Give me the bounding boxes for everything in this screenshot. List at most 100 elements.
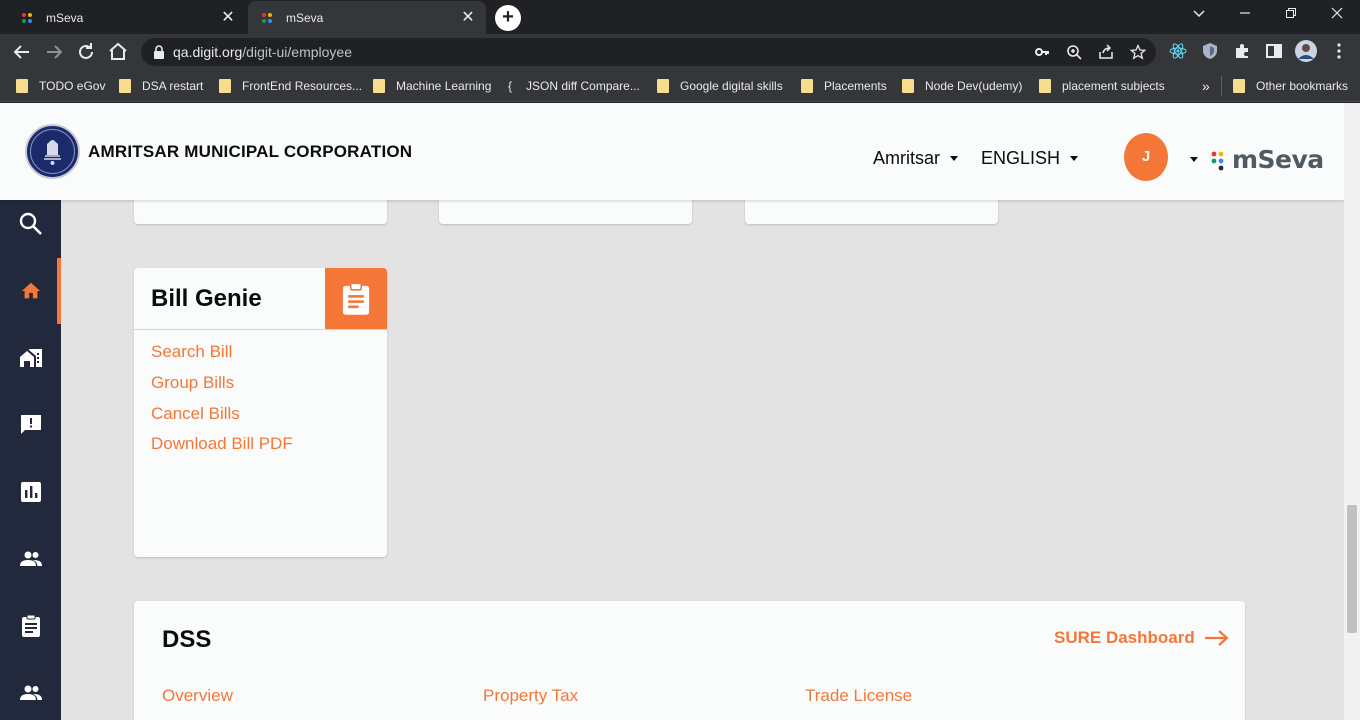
bookmark-label: Node Dev(udemy) [925,79,1023,93]
folder-icon [902,79,914,93]
page-scrollbar[interactable] [1344,103,1360,720]
arrow-right-icon [1204,630,1229,646]
cancel-bills-link[interactable]: Cancel Bills [151,404,240,424]
reload-icon[interactable] [74,40,98,64]
sidebar-item-bills[interactable] [0,593,61,659]
sure-dashboard-label: SURE Dashboard [1054,628,1195,647]
bookmark-label: DSA restart [142,79,204,93]
sidebar-item-home[interactable] [0,258,61,324]
react-devtools-icon[interactable] [1169,42,1187,60]
bookmark-item[interactable]: FrontEnd Resources... [215,77,362,95]
bookmark-label: placement subjects [1062,79,1165,93]
tab-title: mSeva [286,10,324,25]
sidebar-search[interactable] [0,191,61,257]
folder-icon [219,79,231,93]
bookmarks-overflow-button[interactable]: » [1202,77,1210,95]
home-icon[interactable] [106,40,130,64]
minimize-icon[interactable] [1234,4,1256,26]
browser-toolbar: qa.digit.org/digit-ui/employee [0,34,1360,70]
card-title: Bill Genie [151,285,262,312]
dss-property-tax-link[interactable]: Property Tax [483,686,578,706]
close-window-icon[interactable] [1326,4,1348,26]
language-dropdown[interactable]: ENGLISH [981,148,1079,169]
folder-icon [373,79,385,93]
bar-chart-icon [20,482,41,502]
browser-tab-1[interactable]: mSeva ✕ [8,1,246,34]
sidebar-item-complaints[interactable] [0,392,61,458]
download-bill-pdf-link[interactable]: Download Bill PDF [151,434,293,454]
city-dropdown[interactable]: Amritsar [873,148,958,169]
side-panel-icon[interactable] [1265,42,1283,60]
restore-icon[interactable] [1280,4,1302,26]
url-text: qa.digit.org/digit-ui/employee [173,44,353,60]
bookmark-item[interactable]: Node Dev(udemy) [898,77,1022,95]
bookmark-label: TODO eGov [39,79,106,93]
dss-card: DSS SURE Dashboard Overview Property Tax… [134,601,1245,720]
bookmarks-separator [1221,76,1222,96]
brand-name: mSeva [1232,145,1324,174]
card-title: DSS [162,626,212,653]
mseva-logo: mSeva [1210,143,1324,177]
top-header: AMRITSAR MUNICIPAL CORPORATION Amritsar … [0,103,1344,200]
zoom-icon[interactable] [1066,44,1082,60]
shield-extension-icon[interactable] [1201,42,1219,60]
address-bar[interactable]: qa.digit.org/digit-ui/employee [141,38,1156,66]
folder-icon [1039,79,1051,93]
caret-down-icon [950,156,958,161]
bookmark-item[interactable]: TODO eGov [12,77,105,95]
mseva-dots-icon [1211,151,1224,171]
password-key-icon[interactable] [1034,44,1050,60]
caret-down-icon [1070,156,1079,161]
group-bills-link[interactable]: Group Bills [151,373,234,393]
user-avatar[interactable]: J [1124,133,1168,181]
search-bill-link[interactable]: Search Bill [151,342,232,362]
mseva-favicon-icon [20,10,36,26]
forward-icon[interactable] [42,40,66,64]
tab-strip: mSeva ✕ mSeva ✕ + [0,0,1360,34]
share-icon[interactable] [1098,44,1114,60]
bookmark-item[interactable]: placement subjects [1035,77,1165,95]
people-icon [19,685,42,700]
sure-dashboard-link[interactable]: SURE Dashboard [1054,628,1230,648]
dss-overview-link[interactable]: Overview [162,686,233,706]
city-label: Amritsar [873,148,940,168]
dss-trade-license-link[interactable]: Trade License [805,686,912,706]
home-icon [21,282,40,299]
bookmarks-bar: TODO eGov DSA restart FrontEnd Resources… [0,70,1360,102]
organization-name: AMRITSAR MUNICIPAL CORPORATION [88,142,413,161]
other-bookmarks[interactable]: Other bookmarks [1229,77,1348,95]
city-building-icon [19,349,42,367]
scrollbar-thumb[interactable] [1347,505,1357,633]
bookmark-label: FrontEnd Resources... [242,79,363,93]
sidebar-item-property[interactable] [0,325,61,391]
sidebar [0,200,61,720]
sidebar-item-reports[interactable] [0,459,61,525]
bookmark-star-icon[interactable] [1129,43,1147,60]
folder-icon [119,79,131,93]
bookmark-item[interactable]: { JSON diff Compare... [504,77,640,95]
bookmark-item[interactable]: Placements [797,77,887,95]
browser-tab-2[interactable]: mSeva ✕ [248,1,486,34]
new-tab-button[interactable]: + [495,5,521,31]
browser-menu-icon[interactable] [1330,42,1348,60]
sidebar-item-users[interactable] [0,660,61,720]
extensions-puzzle-icon[interactable] [1233,42,1251,60]
bookmark-item[interactable]: Google digital skills [653,77,783,95]
lock-icon[interactable] [153,45,165,64]
folder-icon [1233,79,1245,93]
back-icon[interactable] [10,40,34,64]
user-menu-caret-icon[interactable] [1190,157,1198,162]
bookmark-label: Google digital skills [680,79,783,93]
tab-close-icon[interactable]: ✕ [220,9,236,26]
brace-icon: { [508,79,513,93]
sidebar-item-hrms[interactable] [0,526,61,592]
profile-avatar-icon[interactable] [1295,40,1317,62]
tab-search-icon[interactable] [1188,4,1210,26]
folder-icon [16,79,28,93]
bookmark-item[interactable]: Machine Learning [369,77,491,95]
bookmark-item[interactable]: DSA restart [115,77,203,95]
tab-close-icon[interactable]: ✕ [460,9,476,26]
state-emblem-logo [25,124,80,179]
folder-icon [657,79,669,93]
bookmark-label: JSON diff Compare... [526,79,640,93]
